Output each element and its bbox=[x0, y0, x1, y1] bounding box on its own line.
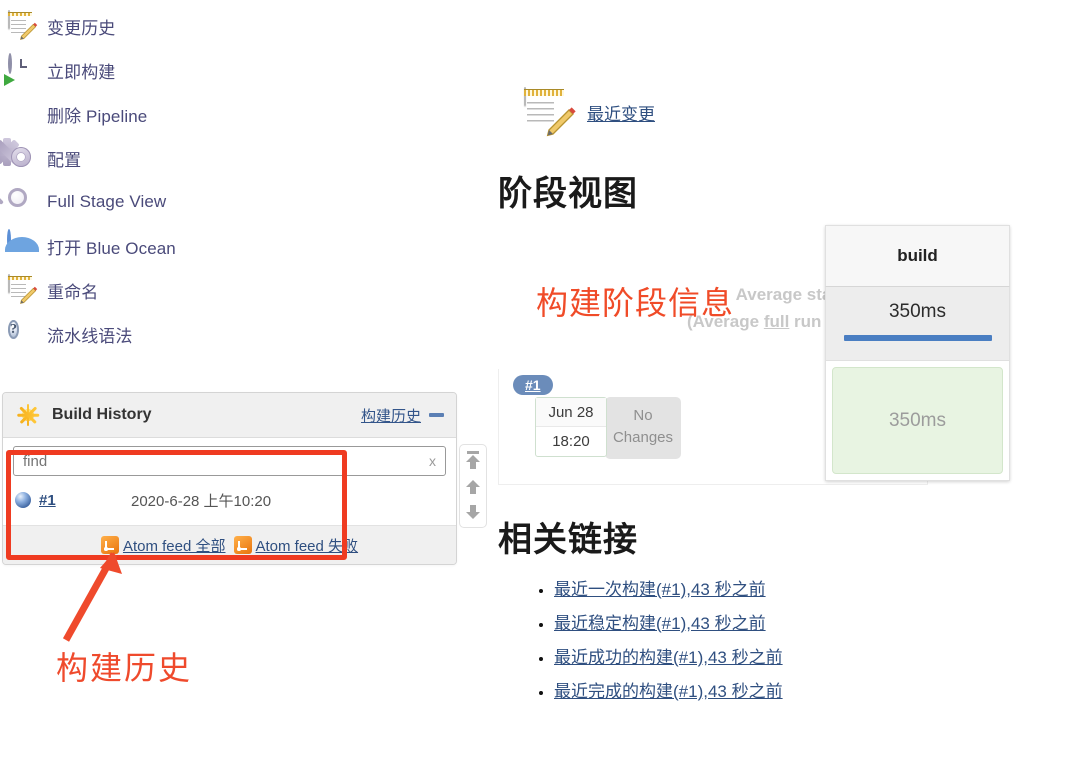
sidebar-task-list: 变更历史 立即构建 删除 Pipeline 配置 Full Stage View… bbox=[0, 0, 460, 356]
stage-average-duration: 350ms bbox=[888, 301, 947, 322]
build-history-row[interactable]: #1 2020-6-28 上午10:20 bbox=[13, 481, 446, 519]
build-history-find-input[interactable] bbox=[13, 446, 446, 476]
build-number-link[interactable]: #1 bbox=[39, 492, 131, 509]
sidebar-item-label: 立即构建 bbox=[47, 62, 116, 82]
sidebar-item-rename[interactable]: 重命名 bbox=[0, 268, 460, 312]
build-history-body: x #1 2020-6-28 上午10:20 bbox=[3, 438, 456, 519]
gear-icon bbox=[0, 137, 36, 173]
list-item: 最近稳定构建(#1),43 秒之前 bbox=[554, 609, 1080, 634]
sun-icon bbox=[17, 404, 39, 426]
sidebar-item-label: 流水线语法 bbox=[47, 326, 133, 346]
blue-ball-icon bbox=[15, 492, 31, 508]
clear-search-icon[interactable]: x bbox=[429, 452, 436, 470]
run-date: Jun 28 bbox=[536, 398, 606, 426]
avg-full-word: full bbox=[763, 312, 790, 331]
rss-icon bbox=[233, 536, 252, 554]
build-history-title: Build History bbox=[52, 406, 152, 423]
build-history-footer: Atom feed 全部 Atom feed 失败 bbox=[3, 525, 456, 564]
annotation-stage-info-label: 构建阶段信息 bbox=[536, 285, 735, 321]
sidebar-item-configure[interactable]: 配置 bbox=[0, 136, 460, 180]
list-item: 最近一次构建(#1),43 秒之前 bbox=[554, 575, 1080, 600]
rss-icon bbox=[100, 536, 119, 554]
stage-view-run-row: #1 Jun 28 18:20 No Changes bbox=[509, 375, 681, 459]
minus-icon[interactable] bbox=[429, 413, 444, 417]
run-changes-box: No Changes bbox=[605, 397, 681, 459]
build-now-icon bbox=[4, 53, 36, 86]
list-item: 最近完成的构建(#1),43 秒之前 bbox=[554, 677, 1080, 702]
related-link[interactable]: 最近一次构建(#1),43 秒之前 bbox=[554, 580, 766, 599]
run-datetime-box: Jun 28 18:20 bbox=[535, 397, 607, 457]
scroll-to-top-icon[interactable] bbox=[466, 450, 480, 469]
sidebar-item-label: Full Stage View bbox=[47, 192, 167, 211]
notepad-pencil-icon bbox=[520, 87, 576, 137]
sidebar-item-label: 删除 Pipeline bbox=[47, 106, 148, 126]
annotation-build-history-label: 构建历史 bbox=[56, 650, 193, 686]
sidebar-item-label: 打开 Blue Ocean bbox=[47, 238, 176, 258]
recent-changes-link[interactable]: 最近变更 bbox=[587, 100, 655, 125]
delete-icon bbox=[6, 99, 36, 129]
atom-feed-failed[interactable]: Atom feed 失败 bbox=[233, 535, 359, 556]
sidebar-item-label: 变更历史 bbox=[47, 18, 116, 38]
sidebar-item-label: 重命名 bbox=[47, 282, 99, 302]
scroll-down-icon[interactable] bbox=[466, 505, 480, 521]
stage-average-bar bbox=[843, 335, 992, 341]
build-history-panel: Build History 构建历史 x #1 2020-6-28 上午10:2… bbox=[2, 392, 457, 565]
related-link[interactable]: 最近完成的构建(#1),43 秒之前 bbox=[554, 682, 783, 701]
stage-column-header: build bbox=[825, 225, 1010, 287]
annotation-arrow bbox=[62, 552, 122, 642]
pencil-glyph bbox=[20, 22, 38, 40]
atom-feed-all[interactable]: Atom feed 全部 bbox=[100, 535, 226, 556]
sidebar-item-pipeline-syntax[interactable]: ? 流水线语法 bbox=[0, 312, 460, 356]
magnifier-icon bbox=[6, 187, 36, 217]
build-timestamp: 2020-6-28 上午10:20 bbox=[131, 492, 272, 510]
sidebar-item-label: 配置 bbox=[47, 150, 82, 170]
stage-column-build: build 350ms 350ms bbox=[825, 225, 1010, 481]
help-icon: ? bbox=[8, 320, 19, 339]
related-links-heading: 相关链接 bbox=[498, 521, 638, 559]
related-link[interactable]: 最近成功的构建(#1),43 秒之前 bbox=[554, 648, 783, 667]
notepad-pencil-icon bbox=[6, 274, 38, 305]
main-content: 最近变更 阶段视图 Average stage times: (Average … bbox=[498, 0, 1080, 711]
list-item: 最近成功的构建(#1),43 秒之前 bbox=[554, 643, 1080, 668]
run-build-badge[interactable]: #1 bbox=[513, 375, 553, 395]
stage-run-cell-duration: 350ms bbox=[832, 367, 1003, 474]
blue-ocean-icon bbox=[6, 229, 36, 261]
recent-changes-row[interactable]: 最近变更 bbox=[520, 84, 1080, 140]
related-links-list: 最近一次构建(#1),43 秒之前 最近稳定构建(#1),43 秒之前 最近成功… bbox=[498, 575, 1080, 702]
sidebar-item-full-stage-view[interactable]: Full Stage View bbox=[0, 180, 460, 224]
stage-view-heading: 阶段视图 bbox=[498, 175, 638, 213]
sidebar-item-build-now[interactable]: 立即构建 bbox=[0, 48, 460, 92]
atom-feed-failed-label[interactable]: Atom feed 失败 bbox=[256, 535, 359, 556]
build-history-zh-link[interactable]: 构建历史 bbox=[361, 405, 421, 426]
build-history-header: Build History 构建历史 bbox=[3, 393, 456, 438]
build-history-scroll-controls bbox=[459, 444, 487, 528]
stage-column-average: 350ms bbox=[825, 287, 1010, 361]
stage-view-table: Average stage times: (Average full run t… bbox=[498, 225, 1080, 494]
atom-feed-all-label[interactable]: Atom feed 全部 bbox=[123, 535, 226, 556]
sidebar-item-open-blue-ocean[interactable]: 打开 Blue Ocean bbox=[0, 224, 460, 268]
run-time: 18:20 bbox=[536, 426, 606, 456]
pencil-glyph bbox=[20, 286, 38, 304]
sidebar-item-change-history[interactable]: 变更历史 bbox=[0, 4, 460, 48]
notepad-pencil-icon bbox=[6, 10, 38, 41]
related-link[interactable]: 最近稳定构建(#1),43 秒之前 bbox=[554, 614, 766, 633]
scroll-up-icon[interactable] bbox=[466, 478, 480, 494]
stage-run-cell[interactable]: 350ms bbox=[825, 361, 1010, 481]
pencil-glyph bbox=[546, 107, 576, 137]
sidebar-item-delete-pipeline[interactable]: 删除 Pipeline bbox=[0, 92, 460, 136]
